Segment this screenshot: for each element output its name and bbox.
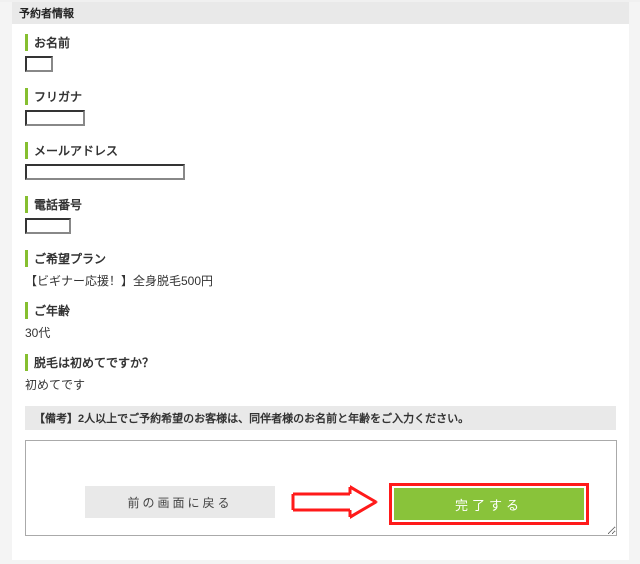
- value-box-name: [25, 56, 53, 72]
- done-highlight: 完了する: [389, 483, 589, 525]
- field-age: ご年齢 30代: [12, 302, 629, 341]
- button-row: 前の画面に戻る 完了する: [12, 483, 629, 525]
- label-age: ご年齢: [25, 302, 629, 319]
- remarks-header: 【備考】2人以上でご予約希望のお客様は、同伴者様のお名前と年齢をご入力ください。: [25, 406, 616, 430]
- field-phone: 電話番号: [12, 196, 629, 237]
- field-plan: ご希望プラン 【ビギナー応援！】全身脱毛500円: [12, 250, 629, 289]
- value-box-phone: [25, 218, 71, 234]
- field-kana: フリガナ: [12, 88, 629, 129]
- value-age: 30代: [25, 324, 629, 341]
- page: 予約者情報 お名前 フリガナ メールアドレス 電話番号 ご希望プラン 【ビギナー…: [0, 2, 640, 564]
- section-title: 予約者情報: [12, 2, 629, 24]
- field-first: 脱毛は初めてですか？ 初めてです: [12, 354, 629, 393]
- panel: 予約者情報 お名前 フリガナ メールアドレス 電話番号 ご希望プラン 【ビギナー…: [12, 2, 629, 560]
- label-email: メールアドレス: [25, 142, 629, 159]
- field-name: お名前: [12, 34, 629, 75]
- label-name: お名前: [25, 34, 629, 51]
- label-kana: フリガナ: [25, 88, 629, 105]
- label-first: 脱毛は初めてですか？: [25, 354, 629, 371]
- done-button[interactable]: 完了する: [394, 488, 584, 520]
- back-wrap: 前の画面に戻る: [85, 486, 275, 518]
- label-plan: ご希望プラン: [25, 250, 629, 267]
- value-first: 初めてです: [25, 376, 629, 393]
- back-button[interactable]: 前の画面に戻る: [85, 486, 275, 518]
- value-box-email: [25, 164, 185, 180]
- value-plan: 【ビギナー応援！】全身脱毛500円: [25, 272, 629, 289]
- label-phone: 電話番号: [25, 196, 629, 213]
- arrow-icon: [290, 483, 380, 523]
- field-email: メールアドレス: [12, 142, 629, 183]
- value-box-kana: [25, 110, 85, 126]
